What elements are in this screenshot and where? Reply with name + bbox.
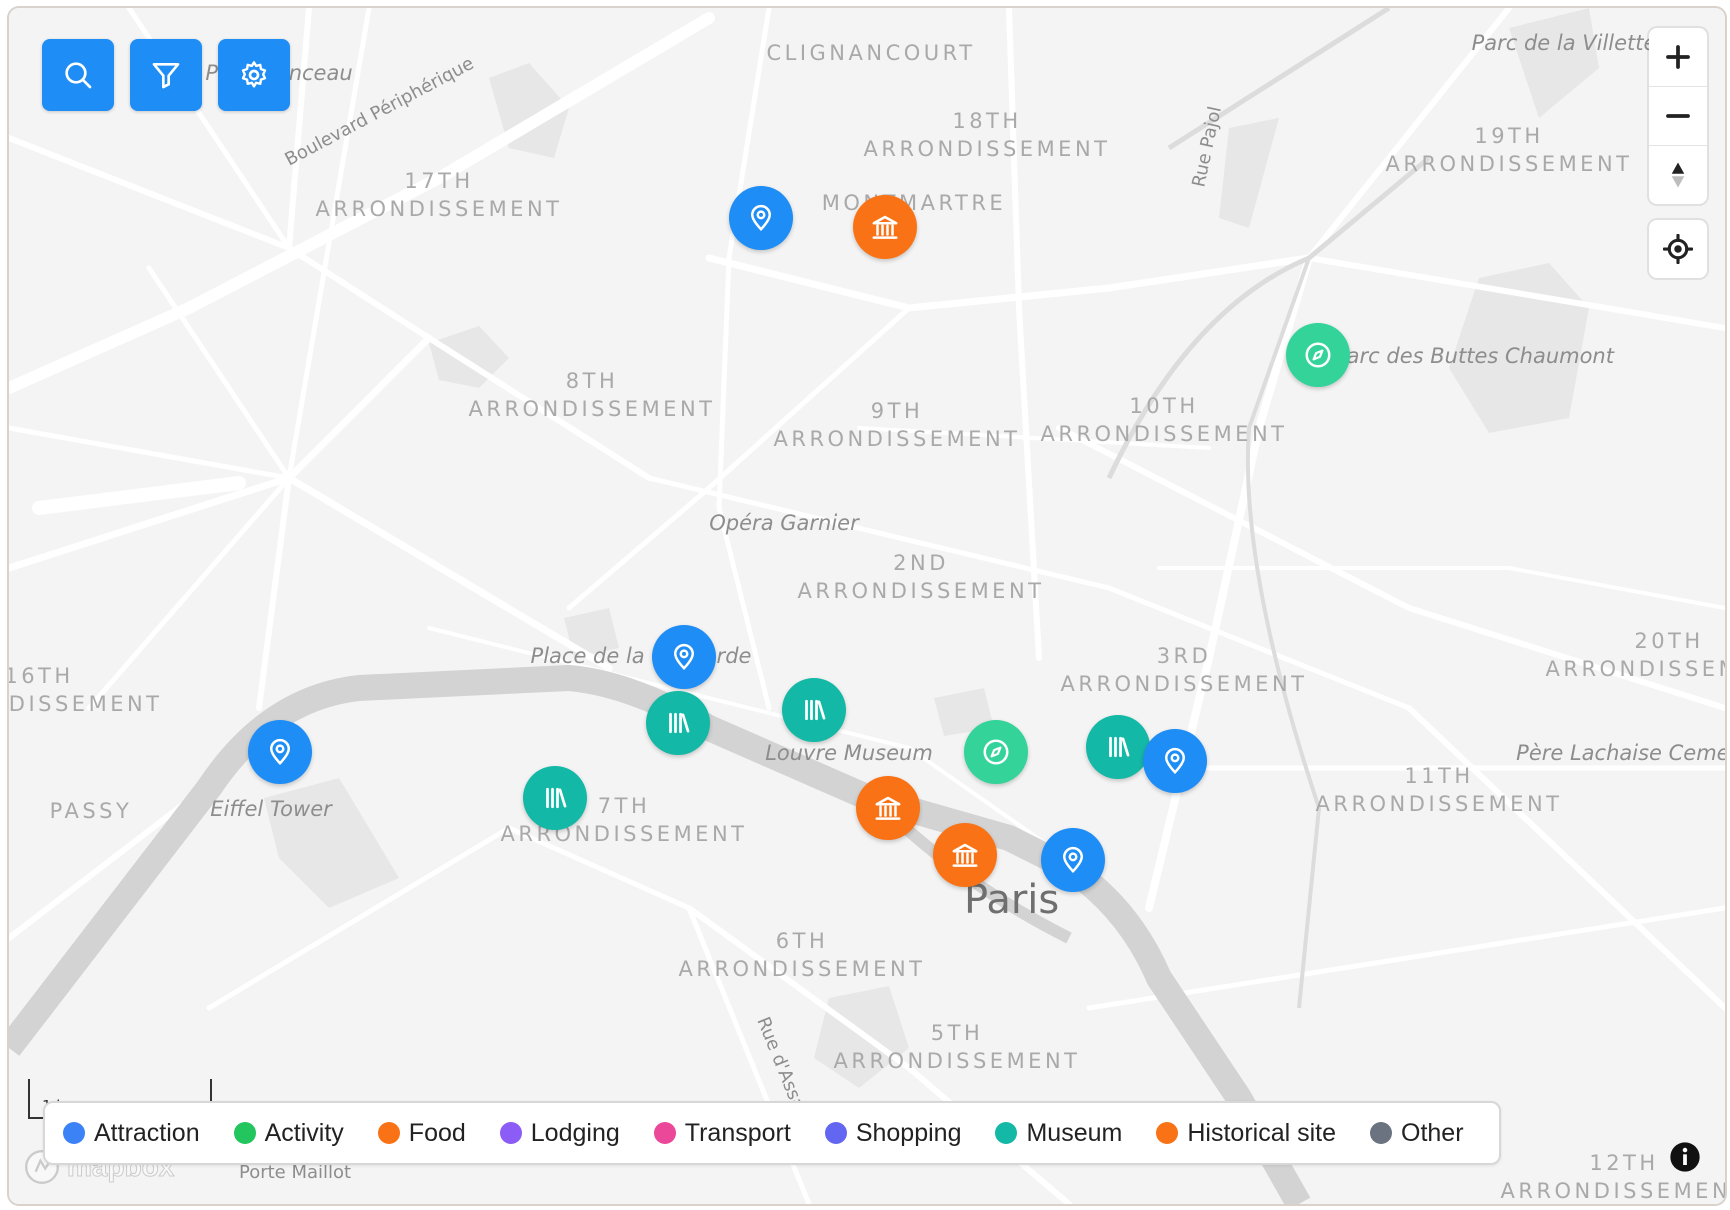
map-pin-icon [1164, 747, 1186, 775]
place-label-pere-lachaise: Père Lachaise Cemetery [1516, 741, 1725, 765]
library-icon [669, 712, 690, 734]
settings-button[interactable] [218, 39, 290, 111]
marker-attraction[interactable] [1041, 828, 1105, 892]
legend-label: Museum [1026, 1118, 1123, 1147]
legend-dot [1156, 1122, 1179, 1144]
svg-text:MONTMARTRE: MONTMARTRE [822, 191, 1006, 215]
navigation-control [1649, 28, 1707, 204]
compass-button[interactable] [1649, 146, 1707, 204]
marker-activity[interactable] [1286, 323, 1350, 387]
marker-museum[interactable] [782, 678, 846, 742]
map-pin-icon [750, 204, 772, 232]
legend-dot [499, 1122, 522, 1144]
district-label: CLIGNANCOURT [766, 41, 975, 65]
landmark-icon [875, 796, 901, 820]
minus-icon [1666, 114, 1690, 118]
legend-dot [233, 1122, 256, 1144]
library-icon [546, 787, 567, 809]
svg-text:CLIGNANCOURT: CLIGNANCOURT [766, 41, 975, 65]
marker-museum[interactable] [1086, 715, 1150, 779]
legend-dot [63, 1122, 85, 1144]
search-button[interactable] [42, 39, 114, 111]
legend-item-museum[interactable]: Museum [995, 1119, 1122, 1148]
place-label-buttes-chaumont: Parc des Buttes Chaumont [1334, 344, 1615, 368]
map-pin-icon [673, 643, 695, 671]
legend-item-shopping[interactable]: Shopping [824, 1118, 962, 1148]
compass-icon [1305, 342, 1331, 368]
plus-icon [1666, 45, 1690, 69]
legend-item-other[interactable]: Other [1370, 1119, 1464, 1148]
compass-icon [983, 739, 1009, 765]
legend-label: Historical site [1187, 1118, 1337, 1147]
legend-item-attraction[interactable]: Attraction [63, 1119, 200, 1148]
filter-icon [152, 62, 180, 89]
landmark-icon [872, 215, 898, 239]
library-icon [805, 699, 826, 721]
place-label-louvre: Louvre Museum [765, 741, 933, 765]
landmark-icon [952, 843, 978, 867]
legend-dot [1370, 1122, 1393, 1144]
legend-item-transport[interactable]: Transport [653, 1118, 791, 1148]
marker-historical-site[interactable] [933, 823, 997, 887]
legend-label: Lodging [530, 1118, 620, 1147]
legend-dot [377, 1122, 400, 1144]
compass-arrow-icon [1671, 162, 1685, 188]
place-label-villette: Parc de la Villette [1472, 31, 1657, 55]
legend-dot [824, 1122, 847, 1144]
search-icon [65, 62, 92, 89]
info-icon[interactable] [1669, 1141, 1701, 1173]
marker-attraction[interactable] [652, 625, 716, 689]
legend-label: Activity [264, 1118, 344, 1147]
zoom-out-button[interactable] [1649, 87, 1707, 146]
marker-historical-site[interactable] [853, 195, 917, 259]
place-label-opera: Opéra Garnier [709, 511, 860, 535]
marker-attraction[interactable] [1143, 729, 1207, 793]
legend-label: Other [1401, 1118, 1464, 1147]
place-label-eiffel: Eiffel Tower [210, 797, 333, 821]
place-label-concorde: Place de la Concorde [531, 644, 752, 668]
marker-activity[interactable] [964, 720, 1028, 784]
locate-icon [1663, 234, 1693, 264]
marker-museum[interactable] [523, 766, 587, 830]
svg-text:Porte Maillot: Porte Maillot [239, 1162, 351, 1183]
marker-attraction[interactable] [729, 186, 793, 250]
filter-button[interactable] [130, 39, 202, 111]
legend-dot [653, 1122, 676, 1144]
legend-item-lodging[interactable]: Lodging [499, 1118, 620, 1148]
library-icon [1109, 736, 1130, 758]
legend-item-activity[interactable]: Activity [233, 1118, 344, 1148]
geolocate-button[interactable] [1649, 220, 1707, 278]
legend-item-historical-site[interactable]: Historical site [1156, 1119, 1336, 1148]
svg-text:PASSY: PASSY [50, 799, 133, 823]
gear-icon [241, 61, 267, 88]
category-legend: Attraction Activity Food Lodging Transpo… [43, 1101, 1501, 1165]
legend-label: Attraction [94, 1118, 200, 1147]
map-pin-icon [269, 738, 291, 766]
marker-historical-site[interactable] [856, 776, 920, 840]
basemap[interactable]: CLIGNANCOURT 18TH ARRONDISSEMENT 19TH ARRO… [9, 8, 1725, 1204]
legend-label: Food [408, 1118, 466, 1147]
geolocate-control [1649, 220, 1707, 278]
legend-label: Shopping [855, 1118, 962, 1147]
map-pin-icon [1062, 846, 1084, 874]
legend-item-food[interactable]: Food [377, 1118, 466, 1148]
legend-dot [995, 1122, 1018, 1144]
legend-label: Transport [684, 1118, 791, 1147]
zoom-in-button[interactable] [1649, 28, 1707, 87]
marker-attraction[interactable] [248, 720, 312, 784]
map-container[interactable]: CLIGNANCOURT 18TH ARRONDISSEMENT 19TH ARRO… [7, 6, 1727, 1206]
marker-museum[interactable] [646, 691, 710, 755]
